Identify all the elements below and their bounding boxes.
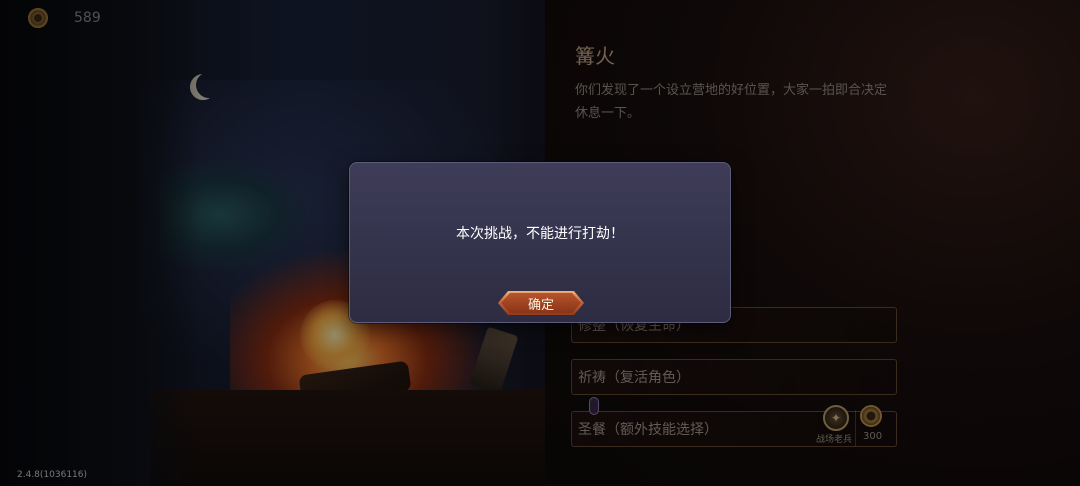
dialog-message: 本次挑战，不能进行打劫！ [456,226,624,242]
confirm-button-label: 确定 [527,297,554,313]
confirm-button[interactable]: 确定 [498,291,584,315]
alert-dialog: 本次挑战，不能进行打劫！ 确定 [349,162,731,323]
